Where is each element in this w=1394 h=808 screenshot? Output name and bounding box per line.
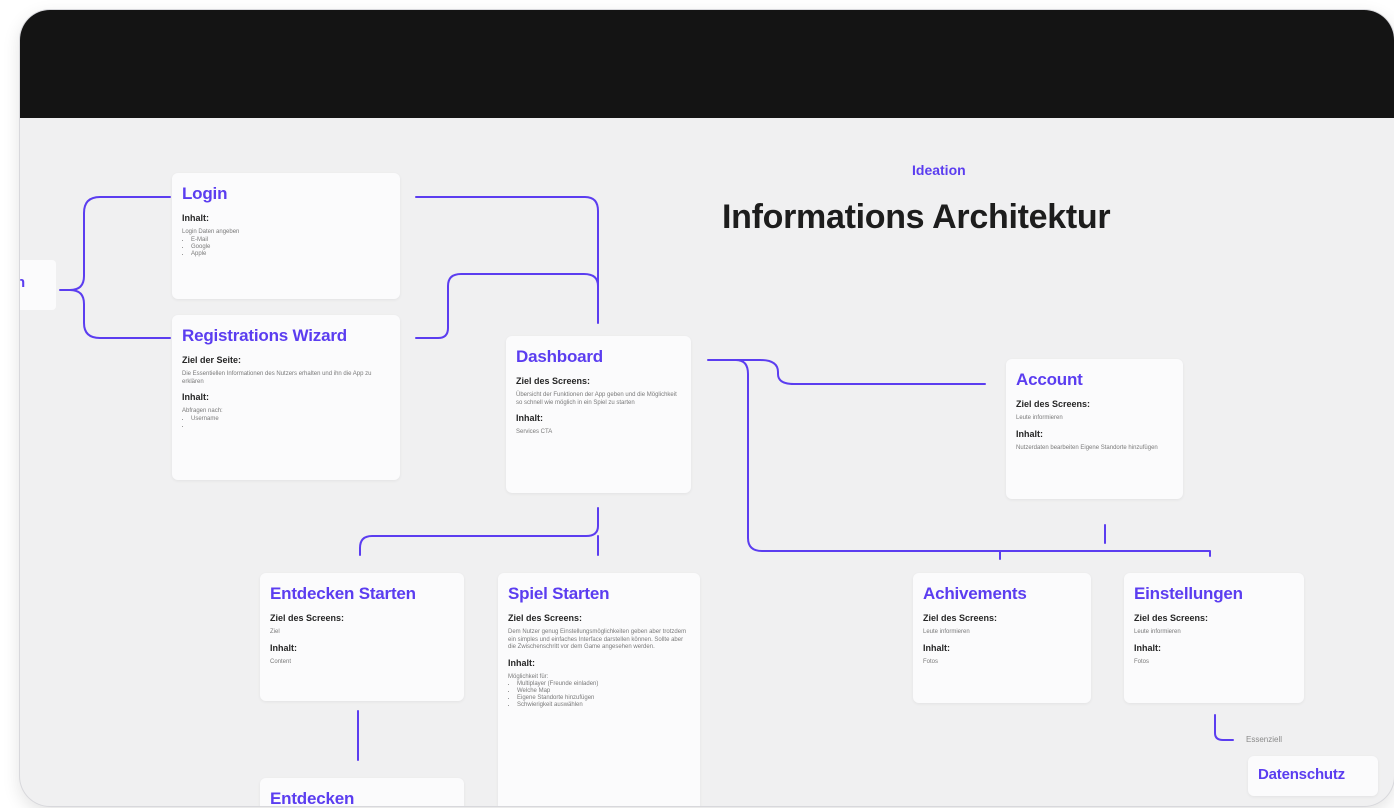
card-text: Fotos	[1134, 658, 1150, 665]
card-registration-wizard[interactable]: Registrations Wizard Ziel der Seite: Die…	[172, 315, 400, 480]
card-label: Inhalt:	[182, 213, 209, 223]
card-title: Dashboard	[516, 347, 603, 366]
card-label: Ziel des Screens:	[516, 376, 591, 386]
card-label: Ziel des Screens:	[270, 613, 345, 623]
card-text: Nutzerdaten bearbeiten Eigene Standorte …	[1016, 444, 1158, 451]
card-title: Login	[182, 184, 228, 203]
board-frame: Ideation Informations Architektur n Logi…	[20, 10, 1394, 806]
card-einstellungen[interactable]: Einstellungen Ziel des Screens: Leute in…	[1124, 573, 1304, 703]
card-label: Inhalt:	[516, 413, 543, 423]
card-title: Entdecken	[270, 789, 355, 806]
card-text: Übersicht der Funktionen der App geben u…	[516, 392, 677, 406]
connector-dashboard-down	[359, 507, 599, 556]
card-entdecken[interactable]: Entdecken	[260, 778, 464, 806]
card-text: Login Daten angeben	[182, 229, 240, 235]
card-label: Inhalt:	[508, 657, 535, 668]
card-list: Multiplayer (Freunde einladen) Welche Ma…	[508, 681, 690, 709]
card-title: Spiel Starten	[508, 584, 610, 603]
list-item: E-Mail	[191, 237, 390, 244]
card-label: Ziel der Seite:	[182, 355, 242, 365]
card-title: Datenschutz	[1258, 766, 1345, 783]
card-label: Inhalt:	[182, 392, 209, 402]
card-label: Ziel des Screens:	[1016, 399, 1091, 409]
card-label: Ziel des Screens:	[923, 613, 998, 623]
card-account[interactable]: Account Ziel des Screens: Leute informie…	[1006, 359, 1183, 499]
card-login[interactable]: Login Inhalt: Login Daten angeben E-Mail…	[172, 173, 400, 299]
card-text: Fotos	[923, 658, 939, 665]
card-list: Username	[182, 416, 390, 430]
diagram-canvas: Ideation Informations Architektur n Logi…	[20, 118, 1394, 806]
card-title: Account	[1016, 370, 1083, 389]
list-item: Username	[191, 416, 390, 423]
card-text: Leute informieren	[923, 629, 970, 635]
card-label: Ziel des Screens:	[1134, 613, 1209, 623]
card-text: Services CTA	[516, 429, 553, 435]
ideation-label: Ideation	[912, 162, 966, 178]
card-spiel-starten[interactable]: Spiel Starten Ziel des Screens: Dem Nutz…	[498, 573, 700, 806]
card-text: Leute informieren	[1016, 415, 1063, 421]
card-label: Inhalt:	[270, 642, 297, 653]
card-label: Inhalt:	[923, 642, 950, 653]
connector-registration-dashboard	[415, 273, 599, 339]
card-dashboard[interactable]: Dashboard Ziel des Screens: Übersicht de…	[506, 336, 691, 493]
card-entdecken-starten[interactable]: Entdecken Starten Ziel des Screens: Ziel…	[260, 573, 464, 701]
card-title: Registrations Wizard	[182, 326, 347, 345]
edge-card-partial[interactable]: n	[20, 260, 56, 310]
card-text: Die Essentiellen Informationen des Nutze…	[182, 371, 372, 385]
card-title: Achivements	[923, 584, 1027, 603]
list-item: Eigene Standorte hinzufügen	[517, 695, 690, 702]
top-bar	[20, 10, 1394, 118]
card-text: Abfragen nach:	[182, 408, 223, 414]
card-list: E-Mail Google Apple	[182, 237, 390, 258]
card-title: Einstellungen	[1134, 584, 1243, 603]
connector-login-dashboard	[415, 196, 599, 324]
card-label: Inhalt:	[1016, 428, 1043, 439]
card-label: Ziel des Screens:	[508, 613, 583, 623]
page-title: Informations Architektur	[722, 198, 1111, 236]
card-text: Content	[270, 658, 292, 665]
list-item	[191, 423, 390, 430]
card-datenschutz[interactable]: Datenschutz	[1248, 756, 1378, 796]
card-text: Leute informieren	[1134, 629, 1181, 635]
list-item: Apple	[191, 251, 390, 258]
edge-card-label: n	[20, 274, 26, 291]
note-essenziell: Essenziell	[1246, 735, 1283, 744]
connector-dashboard-account	[707, 359, 986, 385]
connector-login-bracket	[69, 196, 171, 339]
card-text: Ziel	[270, 629, 280, 635]
card-text: Dem Nutzer genug Einstellungsmöglichkeit…	[508, 629, 687, 650]
card-title: Entdecken Starten	[270, 584, 416, 603]
card-achivements[interactable]: Achivements Ziel des Screens: Leute info…	[913, 573, 1091, 703]
list-item: Google	[191, 244, 390, 251]
connector-einstellungen-datenschutz	[1214, 714, 1234, 741]
list-item: Welche Map	[517, 688, 690, 695]
list-item: Multiplayer (Freunde einladen)	[517, 681, 690, 688]
list-item: Schwierigkeit auswählen	[517, 702, 690, 709]
card-text: Möglichkeit für:	[508, 673, 549, 680]
card-label: Inhalt:	[1134, 642, 1161, 653]
